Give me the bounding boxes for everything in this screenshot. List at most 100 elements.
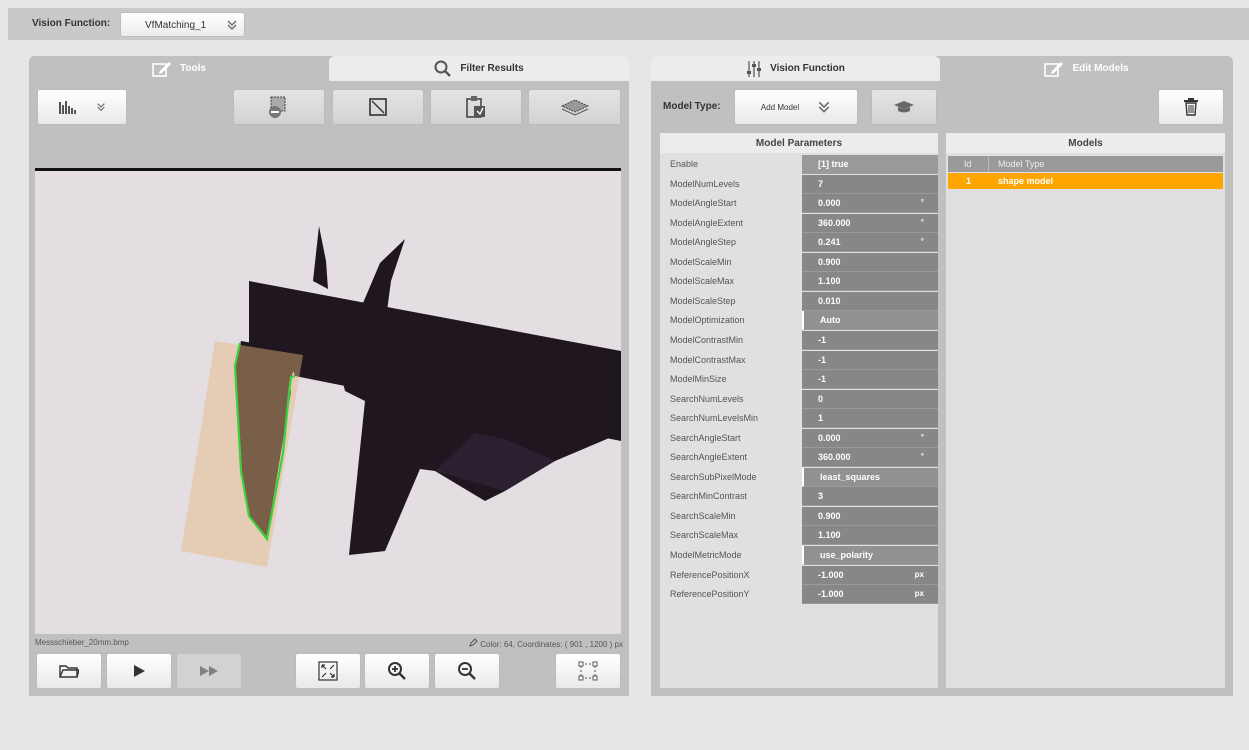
parameter-value[interactable]: -1: [802, 370, 938, 390]
chevron-double-down-icon: [227, 20, 237, 30]
layers-icon: [560, 99, 589, 116]
parameter-row[interactable]: Enable [1] true: [660, 155, 938, 175]
parameter-value[interactable]: 0.000 °: [802, 194, 938, 214]
train-model-button[interactable]: [871, 89, 937, 125]
parameter-row[interactable]: ModelScaleMax 1.100: [660, 272, 938, 292]
delete-model-button[interactable]: [1158, 89, 1224, 125]
parameter-value[interactable]: 0.241 °: [802, 233, 938, 253]
parameter-row[interactable]: ModelMinSize -1: [660, 370, 938, 390]
parameter-row[interactable]: ModelContrastMax -1: [660, 350, 938, 371]
histogram-dropdown-button[interactable]: [37, 89, 127, 125]
parameter-row[interactable]: SearchNumLevels 0: [660, 389, 938, 410]
parameter-value[interactable]: -1.000 px: [802, 565, 938, 585]
tab-vision-function[interactable]: Vision Function: [651, 56, 940, 81]
parameter-value-text: 7: [818, 178, 824, 189]
tab-vision-function-label: Vision Function: [770, 63, 845, 74]
parameter-row[interactable]: ReferencePositionX -1.000 px: [660, 565, 938, 586]
parameter-row[interactable]: SearchNumLevelsMin 1: [660, 409, 938, 429]
parameter-value[interactable]: -1: [802, 330, 938, 350]
image-view[interactable]: [35, 168, 621, 634]
parameter-value[interactable]: -1: [802, 350, 938, 370]
parameter-value[interactable]: 0.000 °: [802, 428, 938, 448]
parameter-value-text: 0.000: [818, 198, 841, 209]
parameter-row[interactable]: SearchMinContrast 3: [660, 487, 938, 507]
parameter-row[interactable]: ModelOptimization Auto: [660, 311, 938, 331]
parameter-value[interactable]: 360.000 °: [802, 448, 938, 468]
pixel-info: Color: 64, Coordinates: ( 901 , 1200 ) p…: [469, 638, 623, 649]
parameter-row[interactable]: SearchAngleExtent 360.000 °: [660, 448, 938, 468]
tab-filter-results-label: Filter Results: [460, 63, 524, 74]
table-row[interactable]: 1 shape model: [948, 173, 1223, 189]
parameter-value[interactable]: Auto: [802, 311, 938, 331]
parameter-value-text: 0.900: [818, 256, 841, 267]
column-divider: [988, 156, 989, 172]
play-button[interactable]: [106, 653, 172, 689]
parameter-row[interactable]: SearchAngleStart 0.000 °: [660, 428, 938, 449]
parameter-row[interactable]: SearchScaleMax 1.100: [660, 526, 938, 546]
tab-filter-results[interactable]: Filter Results: [329, 56, 629, 81]
parameter-value[interactable]: -1.000 px: [802, 585, 938, 605]
parameter-unit: °: [920, 432, 924, 442]
zoom-out-button[interactable]: [434, 653, 500, 689]
zoom-out-icon: [458, 662, 476, 680]
model-type-select[interactable]: Add Model: [734, 89, 858, 125]
parameter-value[interactable]: use_polarity: [802, 546, 938, 565]
select-region-button[interactable]: [555, 653, 621, 689]
histogram-icon: [59, 101, 76, 114]
parameter-value[interactable]: 1: [802, 409, 938, 429]
parameter-row[interactable]: ModelAngleStep 0.241 °: [660, 233, 938, 253]
parameter-value[interactable]: 0.010: [802, 291, 938, 311]
region-remove-icon: [269, 96, 286, 118]
model-parameters-title: Model Parameters: [660, 133, 938, 153]
parameter-value[interactable]: 0.900: [802, 252, 938, 272]
edit-icon: [1044, 61, 1064, 77]
parameter-name: ReferencePositionY: [670, 589, 750, 600]
parameter-row[interactable]: ModelNumLevels 7: [660, 174, 938, 195]
parameter-value[interactable]: 360.000 °: [802, 213, 938, 233]
parameter-name: Enable: [670, 159, 699, 169]
parameter-value[interactable]: 1.100: [802, 526, 938, 546]
fit-to-window-button[interactable]: [295, 653, 361, 689]
pixel-info-text: Color: 64, Coordinates: ( 901 , 1200 ) p…: [480, 640, 623, 649]
parameter-value[interactable]: [1] true: [802, 155, 938, 174]
parameter-value-text: 0.000: [818, 432, 841, 443]
parameter-row[interactable]: ModelAngleExtent 360.000 °: [660, 213, 938, 234]
vision-function-select[interactable]: VfMatching_1: [120, 12, 245, 37]
parameter-value-text: -1.000: [818, 589, 844, 600]
parameter-row[interactable]: ModelMetricMode use_polarity: [660, 546, 938, 566]
parameter-value[interactable]: 1.100: [802, 272, 938, 292]
parameter-name: ModelContrastMin: [670, 334, 744, 345]
trash-icon: [1184, 98, 1198, 116]
parameter-row[interactable]: ModelAngleStart 0.000 °: [660, 194, 938, 214]
open-file-button[interactable]: [36, 653, 102, 689]
vision-function-label: Vision Function:: [32, 18, 111, 29]
layers-button[interactable]: [528, 89, 621, 125]
parameter-row[interactable]: ReferencePositionY -1.000 px: [660, 585, 938, 605]
parameter-row[interactable]: SearchScaleMin 0.900: [660, 506, 938, 527]
parameter-row[interactable]: SearchSubPixelMode least_squares: [660, 467, 938, 488]
parameter-row[interactable]: ModelScaleStep 0.010: [660, 291, 938, 312]
parameter-name: ModelScaleStep: [670, 295, 736, 306]
parameter-row[interactable]: ModelScaleMin 0.900: [660, 252, 938, 273]
zoom-in-button[interactable]: [364, 653, 430, 689]
parameter-name: SearchNumLevelsMin: [670, 413, 759, 424]
parameter-value-text: 0: [818, 393, 824, 404]
clipboard-region-button[interactable]: [430, 89, 522, 125]
parameter-name: ReferencePositionX: [670, 569, 750, 580]
remove-region-button[interactable]: [233, 89, 325, 125]
parameter-value[interactable]: 0.900: [802, 506, 938, 526]
parameter-value[interactable]: 0: [802, 389, 938, 409]
fast-forward-button[interactable]: [176, 653, 242, 689]
parameter-value[interactable]: 7: [802, 174, 938, 194]
parameter-row[interactable]: ModelContrastMin -1: [660, 330, 938, 351]
parameter-value[interactable]: least_squares: [802, 467, 938, 487]
tab-tools[interactable]: Tools: [29, 56, 329, 81]
model-type-value: Add Model: [760, 102, 800, 112]
parameter-value[interactable]: 3: [802, 487, 938, 507]
tab-edit-models[interactable]: Edit Models: [940, 56, 1233, 81]
parameter-unit: °: [920, 452, 924, 462]
parameter-unit: px: [914, 589, 924, 599]
parameter-name: SearchAngleStart: [670, 432, 741, 443]
draw-rectangle-button[interactable]: [332, 89, 424, 125]
parameter-value-text: -1: [818, 374, 827, 385]
